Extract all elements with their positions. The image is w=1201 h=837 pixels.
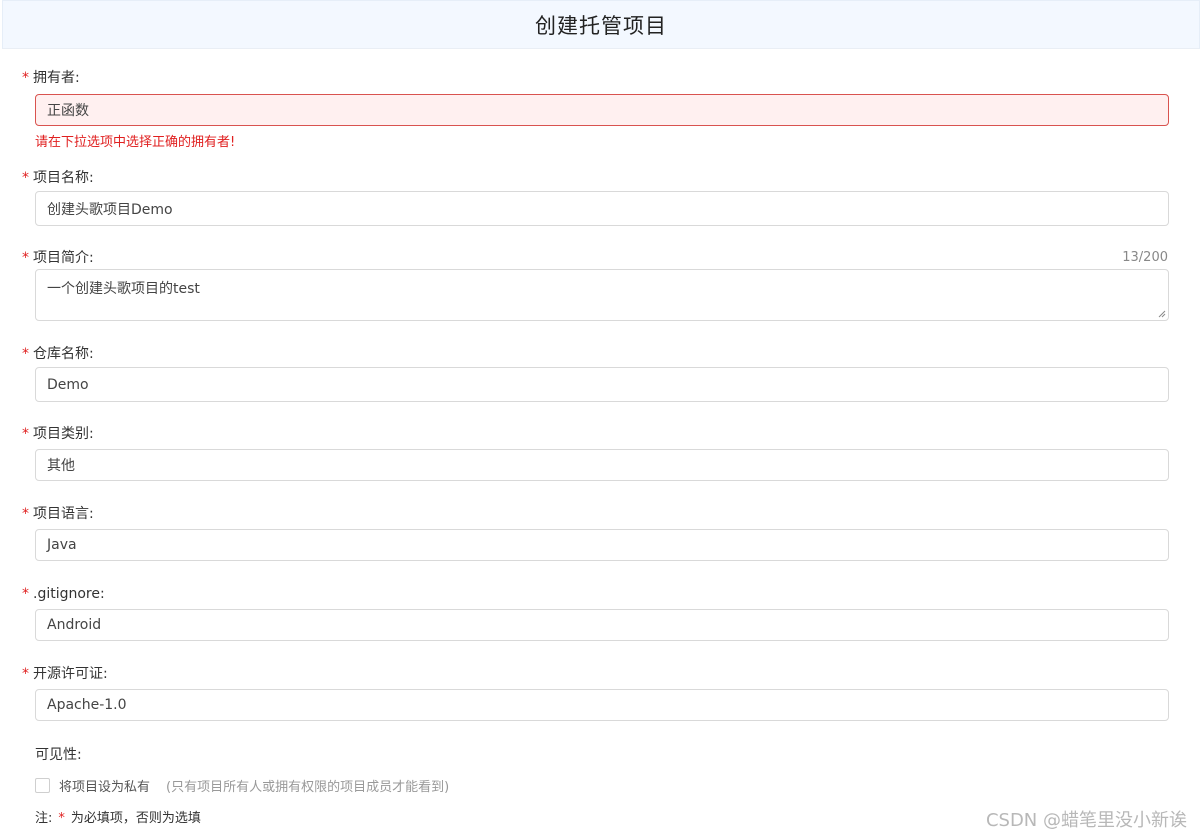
project-language-label: * 项目语言: xyxy=(22,506,94,522)
private-checkbox[interactable] xyxy=(35,778,50,793)
required-mark: * xyxy=(22,426,29,442)
required-mark: * xyxy=(22,346,29,362)
project-intro-label: * 项目简介: xyxy=(22,250,94,266)
page-title: 创建托管项目 xyxy=(535,13,667,38)
visibility-label: 可见性: xyxy=(35,747,82,763)
required-mark: * xyxy=(22,506,29,522)
required-mark: * xyxy=(22,70,29,86)
project-name-input[interactable]: 创建头歌项目Demo xyxy=(35,191,1169,226)
gitignore-select[interactable]: Android xyxy=(35,609,1169,641)
owner-error-message: 请在下拉选项中选择正确的拥有者! xyxy=(35,135,236,150)
project-category-label: * 项目类别: xyxy=(22,426,94,442)
owner-label: * 拥有者: xyxy=(22,70,80,86)
project-name-label: * 项目名称: xyxy=(22,170,94,186)
watermark: CSDN @蜡笔里没小新诶 xyxy=(985,810,1187,831)
private-hint: (只有项目所有人或拥有权限的项目成员才能看到) xyxy=(166,780,450,795)
license-label: * 开源许可证: xyxy=(22,666,108,682)
required-mark: * xyxy=(58,811,65,826)
char-counter: 13/200 xyxy=(1122,250,1168,265)
project-category-select[interactable]: 其他 xyxy=(35,449,1169,481)
required-note: 注: * 为必填项，否则为选填 xyxy=(35,811,201,826)
required-mark: * xyxy=(22,666,29,682)
project-language-select[interactable]: Java xyxy=(35,529,1169,561)
required-mark: * xyxy=(22,250,29,266)
page-header: 创建托管项目 xyxy=(2,0,1200,49)
required-mark: * xyxy=(22,170,29,186)
owner-input[interactable]: 正函数 xyxy=(35,94,1169,126)
private-checkbox-label[interactable]: 将项目设为私有 xyxy=(59,776,150,795)
license-select[interactable]: Apache-1.0 xyxy=(35,689,1169,721)
repo-name-input[interactable]: Demo xyxy=(35,367,1169,402)
required-mark: * xyxy=(22,586,29,602)
gitignore-label: * .gitignore: xyxy=(22,586,105,602)
project-intro-textarea[interactable]: 一个创建头歌项目的test xyxy=(35,269,1169,321)
private-checkbox-row[interactable]: 将项目设为私有 (只有项目所有人或拥有权限的项目成员才能看到) xyxy=(35,776,449,795)
resize-grip-icon[interactable] xyxy=(1158,310,1166,318)
repo-name-label: * 仓库名称: xyxy=(22,346,94,362)
